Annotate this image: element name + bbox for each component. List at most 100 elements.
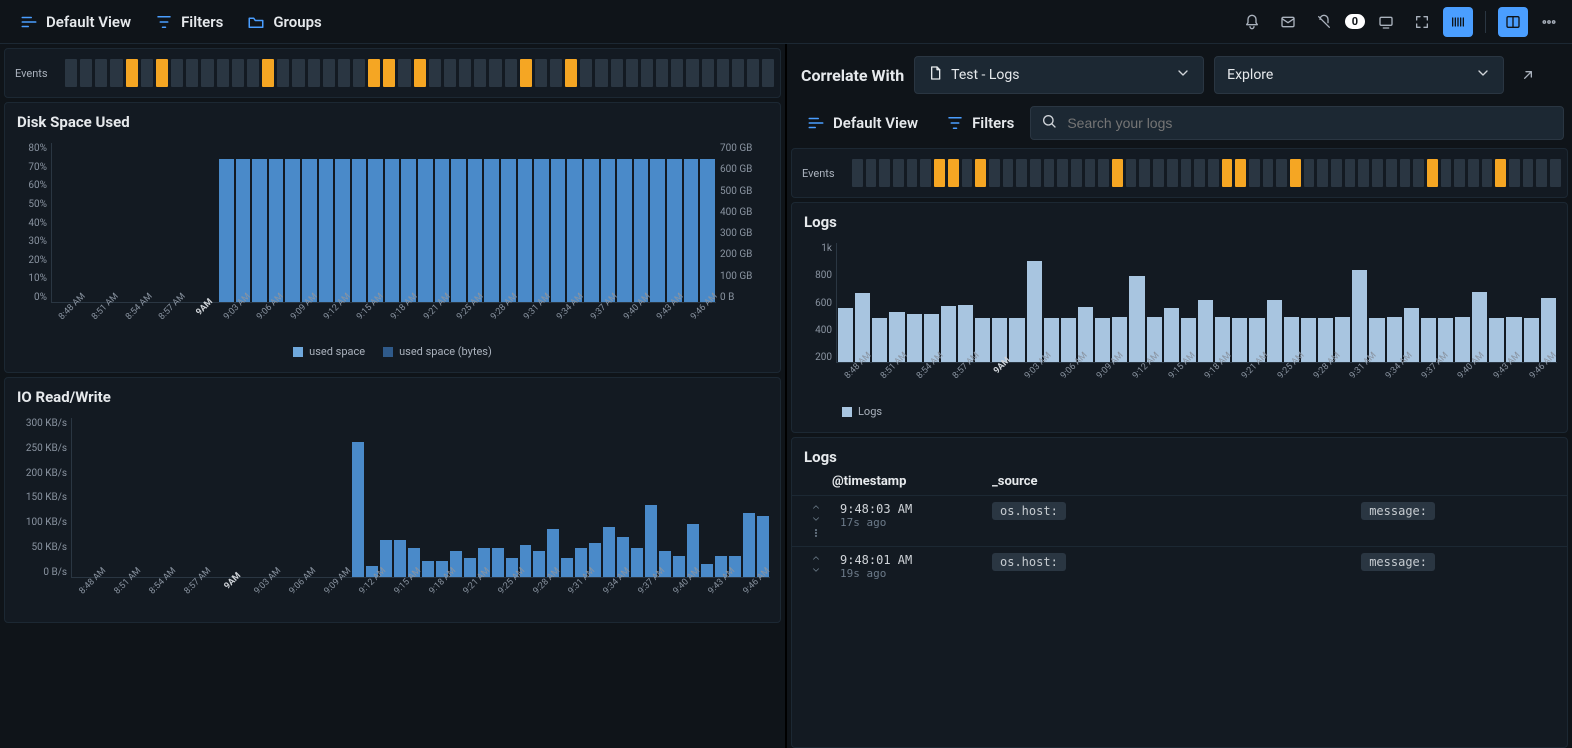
event-cell[interactable] <box>1112 159 1123 187</box>
event-cell[interactable] <box>580 59 592 87</box>
bar[interactable] <box>1524 318 1539 362</box>
event-cell[interactable] <box>702 59 714 87</box>
event-cell[interactable] <box>893 159 904 187</box>
event-cell[interactable] <box>1550 159 1561 187</box>
bar[interactable] <box>534 159 549 302</box>
mail-icon[interactable] <box>1273 7 1303 37</box>
message-tag[interactable]: message: <box>1361 553 1435 571</box>
event-cell[interactable] <box>459 59 471 87</box>
event-cell[interactable] <box>505 59 517 87</box>
bar[interactable] <box>269 159 284 302</box>
event-cell[interactable] <box>201 59 213 87</box>
event-cell[interactable] <box>323 59 335 87</box>
bar[interactable] <box>701 564 713 577</box>
bar[interactable] <box>743 513 755 577</box>
event-cell[interactable] <box>80 59 92 87</box>
event-cell[interactable] <box>611 59 623 87</box>
event-cell[interactable] <box>626 59 638 87</box>
bar[interactable] <box>484 159 499 302</box>
event-cell[interactable] <box>1003 159 1014 187</box>
bar[interactable] <box>631 548 643 577</box>
more-icon[interactable] <box>1534 7 1564 37</box>
event-cell[interactable] <box>907 159 918 187</box>
event-cell[interactable] <box>1345 159 1356 187</box>
bar[interactable] <box>1352 270 1367 362</box>
event-cell[interactable] <box>1468 159 1479 187</box>
event-cell[interactable] <box>1290 159 1301 187</box>
event-cell[interactable] <box>110 59 122 87</box>
bar[interactable] <box>872 318 887 362</box>
event-cell[interactable] <box>732 59 744 87</box>
bar[interactable] <box>667 159 682 302</box>
event-cell[interactable] <box>1071 159 1082 187</box>
bar[interactable] <box>468 159 483 302</box>
event-cell[interactable] <box>920 159 931 187</box>
bar[interactable] <box>319 159 334 302</box>
event-cell[interactable] <box>1085 159 1096 187</box>
event-cell[interactable] <box>1400 159 1411 187</box>
bar[interactable] <box>838 308 853 362</box>
notification-badge[interactable]: 0 <box>1345 14 1365 29</box>
bar[interactable] <box>1267 300 1282 362</box>
bar[interactable] <box>335 159 350 302</box>
event-cell[interactable] <box>535 59 547 87</box>
message-tag[interactable]: message: <box>1361 502 1435 520</box>
event-cell[interactable] <box>1276 159 1287 187</box>
event-cell[interactable] <box>595 59 607 87</box>
bar[interactable] <box>352 159 367 302</box>
bar[interactable] <box>501 159 516 302</box>
bar[interactable] <box>645 505 657 577</box>
log-search[interactable] <box>1030 106 1564 140</box>
log-row[interactable]: 9:48:01 AM19s agoos.host:message: <box>792 546 1567 586</box>
event-cell[interactable] <box>934 159 945 187</box>
event-cell[interactable] <box>550 59 562 87</box>
event-cell[interactable] <box>671 59 683 87</box>
split-view-icon[interactable] <box>1498 7 1528 37</box>
groups-button[interactable]: Groups <box>235 7 333 37</box>
host-tag[interactable]: os.host: <box>992 553 1066 571</box>
bar[interactable] <box>1198 300 1213 362</box>
bar[interactable] <box>252 159 267 302</box>
open-external-icon[interactable] <box>1514 67 1542 83</box>
event-cell[interactable] <box>686 59 698 87</box>
event-cell[interactable] <box>95 59 107 87</box>
bar[interactable] <box>435 159 450 302</box>
bar[interactable] <box>1421 318 1436 362</box>
event-cell[interactable] <box>852 159 863 187</box>
bar[interactable] <box>418 159 433 302</box>
bar[interactable] <box>673 556 685 577</box>
event-cell[interactable] <box>1098 159 1109 187</box>
events-heatmap[interactable] <box>65 59 774 87</box>
disk-plot[interactable] <box>51 143 716 303</box>
event-cell[interactable] <box>1358 159 1369 187</box>
bar[interactable] <box>1387 317 1402 362</box>
event-cell[interactable] <box>1454 159 1465 187</box>
event-cell[interactable] <box>1167 159 1178 187</box>
log-row[interactable]: 9:48:03 AM17s agoos.host:message: <box>792 495 1567 546</box>
event-cell[interactable] <box>353 59 365 87</box>
event-cell[interactable] <box>975 159 986 187</box>
default-view-button[interactable]: Default View <box>8 7 143 37</box>
event-cell[interactable] <box>1317 159 1328 187</box>
barcode-icon[interactable] <box>1443 7 1473 37</box>
event-cell[interactable] <box>414 59 426 87</box>
mute-icon[interactable] <box>1309 7 1339 37</box>
bar[interactable] <box>385 159 400 302</box>
bar[interactable] <box>518 159 533 302</box>
event-cell[interactable] <box>232 59 244 87</box>
event-cell[interactable] <box>444 59 456 87</box>
event-cell[interactable] <box>1222 159 1233 187</box>
event-cell[interactable] <box>1139 159 1150 187</box>
event-cell[interactable] <box>141 59 153 87</box>
bar[interactable] <box>1489 318 1504 362</box>
event-cell[interactable] <box>1181 159 1192 187</box>
event-cell[interactable] <box>1441 159 1452 187</box>
event-cell[interactable] <box>217 59 229 87</box>
event-cell[interactable] <box>1016 159 1027 187</box>
event-cell[interactable] <box>717 59 729 87</box>
bar[interactable] <box>567 159 582 302</box>
bar[interactable] <box>219 159 234 302</box>
event-cell[interactable] <box>565 59 577 87</box>
event-cell[interactable] <box>641 59 653 87</box>
bar[interactable] <box>617 159 632 302</box>
